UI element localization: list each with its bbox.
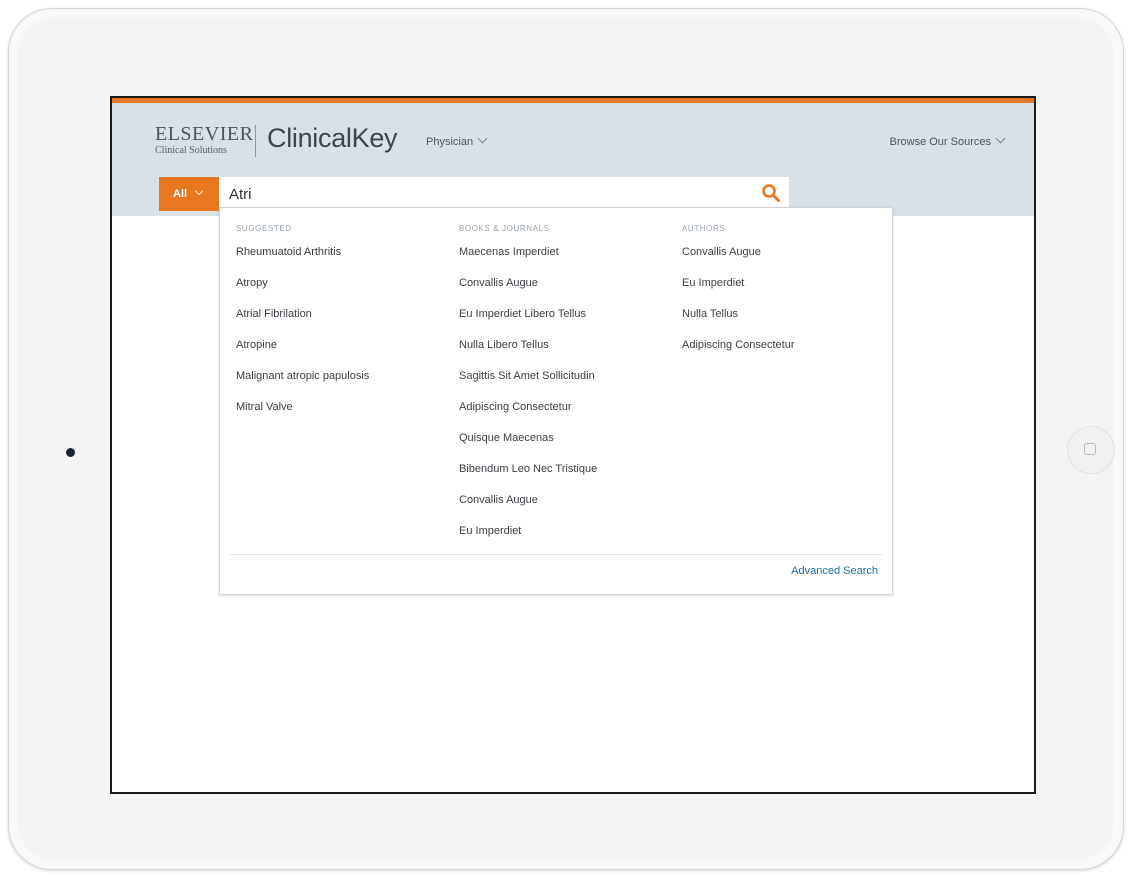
suggestion-item[interactable]: Malignant atropic papulosis [236, 370, 369, 401]
browse-label: Browse Our Sources [889, 136, 991, 148]
search-scope-label: All [173, 188, 188, 200]
book-item[interactable]: Eu Imperdiet [459, 525, 597, 556]
role-label: Physician [426, 136, 474, 148]
suggested-heading: SUGGESTED [236, 224, 292, 233]
book-item[interactable]: Convallis Augue [459, 277, 597, 308]
suggestion-item[interactable]: Mitral Valve [236, 401, 369, 432]
dropdown-divider [230, 554, 882, 555]
book-item[interactable]: Adipiscing Consectetur [459, 401, 597, 432]
search-input[interactable] [229, 177, 729, 211]
authors-heading: AUTHORS [682, 224, 726, 233]
search-icon[interactable] [761, 183, 781, 203]
books-journals-column: BOOKS & JOURNALS Maecenas Imperdiet Conv… [459, 224, 597, 556]
author-item[interactable]: Adipiscing Consectetur [682, 339, 795, 370]
search-scope-dropdown[interactable]: All [159, 177, 219, 211]
brand-name: ELSEVIER [155, 123, 254, 145]
camera-icon [66, 448, 75, 457]
book-item[interactable]: Sagittis Sit Amet Sollicitudin [459, 370, 597, 401]
suggestion-item[interactable]: Atropine [236, 339, 369, 370]
home-button[interactable] [1067, 426, 1115, 474]
chevron-down-icon [995, 133, 1006, 144]
books-journals-heading: BOOKS & JOURNALS [459, 224, 550, 233]
header: ELSEVIER Clinical Solutions ClinicalKey … [112, 103, 1034, 216]
suggested-column: SUGGESTED Rheumuatoid Arthritis Atropy A… [236, 224, 369, 432]
book-item[interactable]: Nulla Libero Tellus [459, 339, 597, 370]
search-suggestions-dropdown: SUGGESTED Rheumuatoid Arthritis Atropy A… [219, 207, 893, 595]
chevron-down-icon [194, 186, 204, 196]
author-item[interactable]: Convallis Augue [682, 246, 795, 277]
book-item[interactable]: Maecenas Imperdiet [459, 246, 597, 277]
suggestion-item[interactable]: Atropy [236, 277, 369, 308]
book-item[interactable]: Quisque Maecenas [459, 432, 597, 463]
chevron-down-icon [477, 133, 488, 144]
book-item[interactable]: Convallis Augue [459, 494, 597, 525]
search-bar: All [159, 177, 789, 211]
app-screen: ELSEVIER Clinical Solutions ClinicalKey … [110, 96, 1036, 794]
advanced-search-link[interactable]: Advanced Search [791, 565, 878, 577]
author-item[interactable]: Eu Imperdiet [682, 277, 795, 308]
suggestion-item[interactable]: Rheumuatoid Arthritis [236, 246, 369, 277]
book-item[interactable]: Bibendum Leo Nec Tristique [459, 463, 597, 494]
product-logo[interactable]: ClinicalKey [267, 123, 398, 154]
browse-sources-menu[interactable]: Browse Our Sources [889, 133, 1006, 148]
brand-subtitle: Clinical Solutions [155, 145, 227, 156]
role-selector[interactable]: Physician [426, 133, 488, 148]
home-square-icon [1084, 443, 1096, 455]
authors-column: AUTHORS Convallis Augue Eu Imperdiet Nul… [682, 224, 795, 370]
suggestion-item[interactable]: Atrial Fibrilation [236, 308, 369, 339]
logo-divider [255, 125, 256, 157]
author-item[interactable]: Nulla Tellus [682, 308, 795, 339]
elsevier-logo[interactable]: ELSEVIER Clinical Solutions [155, 123, 253, 156]
book-item[interactable]: Eu Imperdiet Libero Tellus [459, 308, 597, 339]
